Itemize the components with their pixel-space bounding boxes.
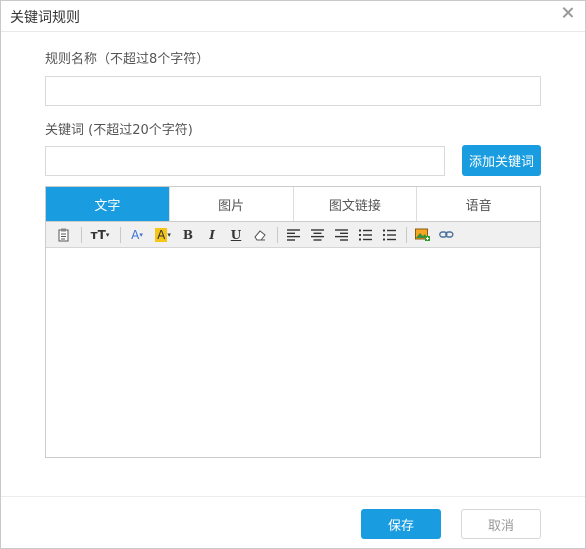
highlight-caret: ▾ [167, 230, 171, 239]
dialog-title: 关键词规则 [10, 10, 80, 26]
toolbar-separator [406, 226, 407, 243]
close-icon[interactable] [561, 6, 575, 20]
keyword-input[interactable] [45, 146, 445, 176]
font-size-glyph: ᴛT [90, 227, 106, 242]
font-color-glyph: A [131, 227, 140, 242]
toolbar-separator [277, 226, 278, 243]
font-size-caret: ▾ [105, 230, 110, 239]
ordered-list-icon[interactable] [355, 225, 375, 245]
font-color-icon[interactable]: A ▾ [126, 225, 148, 245]
save-button[interactable]: 保存 [361, 509, 441, 539]
editor-content-area[interactable] [46, 248, 540, 458]
reply-type-tabs: 文字 图片 图文链接 语音 [46, 187, 540, 222]
reply-editor: 文字 图片 图文链接 语音 ᴛT ▾ A ▾ A ▾ B I U [45, 186, 541, 458]
font-size-icon[interactable]: ᴛT ▾ [87, 225, 113, 245]
tab-voice[interactable]: 语音 [416, 187, 540, 221]
eraser-icon[interactable] [250, 225, 270, 245]
unordered-list-icon[interactable] [379, 225, 399, 245]
toolbar-separator [81, 226, 82, 243]
dialog-titlebar: 关键词规则 [1, 1, 585, 32]
link-icon[interactable] [436, 225, 456, 245]
bold-icon[interactable]: B [178, 225, 198, 245]
rule-name-input[interactable] [45, 76, 541, 106]
paste-icon[interactable] [54, 225, 74, 245]
align-center-icon[interactable] [307, 225, 327, 245]
keyword-label: 关键词 (不超过20个字符) [45, 123, 193, 138]
tab-image[interactable]: 图片 [168, 187, 293, 221]
tab-news-link[interactable]: 图文链接 [292, 187, 417, 221]
align-right-icon[interactable] [331, 225, 351, 245]
tab-text[interactable]: 文字 [46, 187, 169, 221]
image-icon[interactable] [412, 225, 432, 245]
keyword-rule-dialog: 关键词规则 规则名称（不超过8个字符） 关键词 (不超过20个字符) 添加关键词… [0, 0, 586, 549]
dialog-footer: 保存 取消 [1, 496, 585, 549]
toolbar-separator [120, 226, 121, 243]
cancel-button[interactable]: 取消 [461, 509, 541, 539]
italic-icon[interactable]: I [202, 225, 222, 245]
underline-icon[interactable]: U [226, 225, 246, 245]
font-color-caret: ▾ [139, 230, 143, 239]
add-keyword-button[interactable]: 添加关键词 [462, 145, 541, 176]
highlight-icon[interactable]: A ▾ [152, 225, 174, 245]
rule-name-label: 规则名称（不超过8个字符） [45, 52, 210, 67]
align-left-icon[interactable] [283, 225, 303, 245]
highlight-glyph: A [155, 227, 168, 242]
editor-toolbar: ᴛT ▾ A ▾ A ▾ B I U [46, 222, 540, 248]
